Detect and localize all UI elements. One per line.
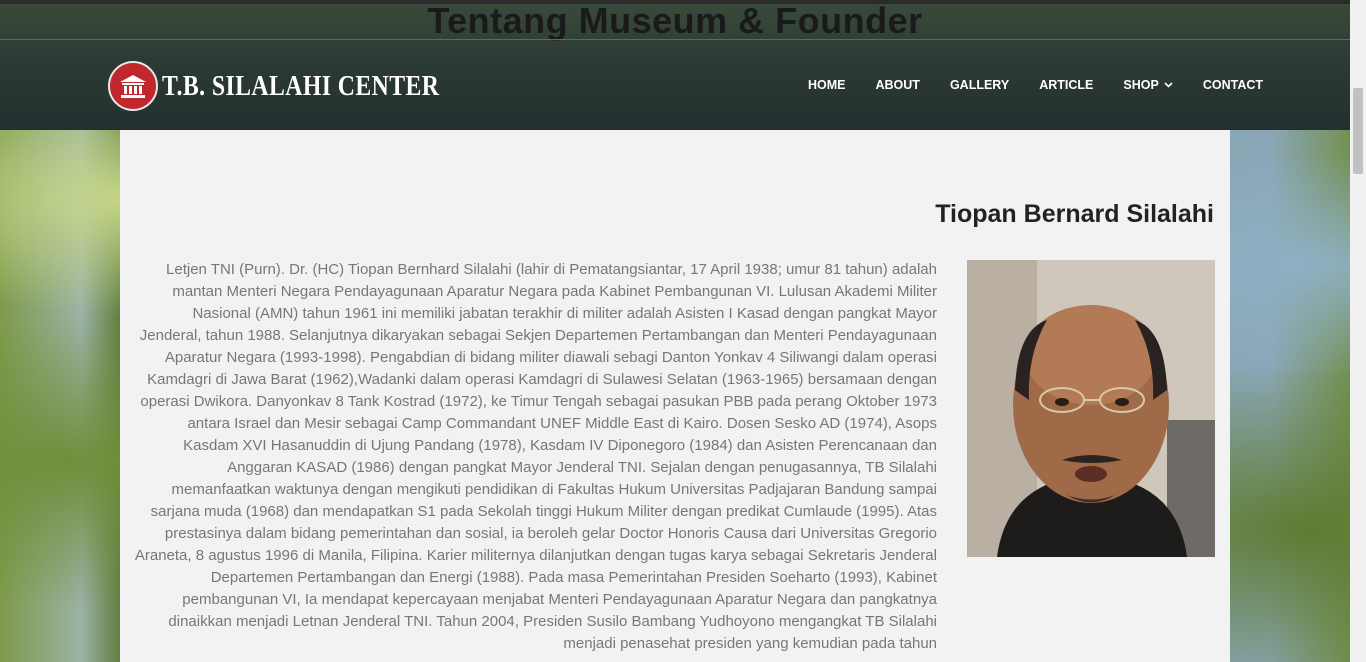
founder-portrait [967,260,1215,557]
scrollbar-thumb[interactable] [1353,88,1363,174]
page-title: Tentang Museum & Founder [427,0,923,41]
nav-about[interactable]: ABOUT [876,78,920,92]
nav-gallery[interactable]: GALLERY [950,78,1009,92]
nav-article[interactable]: ARTICLE [1039,78,1093,92]
nav-shop-label: SHOP [1123,78,1159,92]
nav-shop[interactable]: SHOP [1123,78,1173,92]
logo-text: T.B. SILALAHI CENTER [162,69,440,102]
content-panel: Tiopan Bernard Silalahi Letjen TNI (Purn… [120,130,1230,662]
nav-contact[interactable]: CONTACT [1203,78,1263,92]
header-divider [0,39,1350,40]
nav-home[interactable]: HOME [808,78,846,92]
chevron-down-icon [1164,80,1173,91]
site-header: Tentang Museum & Founder T.B. SILALAHI C… [0,0,1350,130]
biography-text: Letjen TNI (Purn). Dr. (HC) Tiopan Bernh… [134,261,937,652]
museum-icon [108,61,158,111]
site-logo[interactable]: T.B. SILALAHI CENTER [108,60,500,112]
page-scrollbar[interactable] [1350,0,1366,662]
person-name: Tiopan Bernard Silalahi [935,200,1214,228]
main-nav: HOME ABOUT GALLERY ARTICLE SHOP CONTACT [808,78,1263,92]
